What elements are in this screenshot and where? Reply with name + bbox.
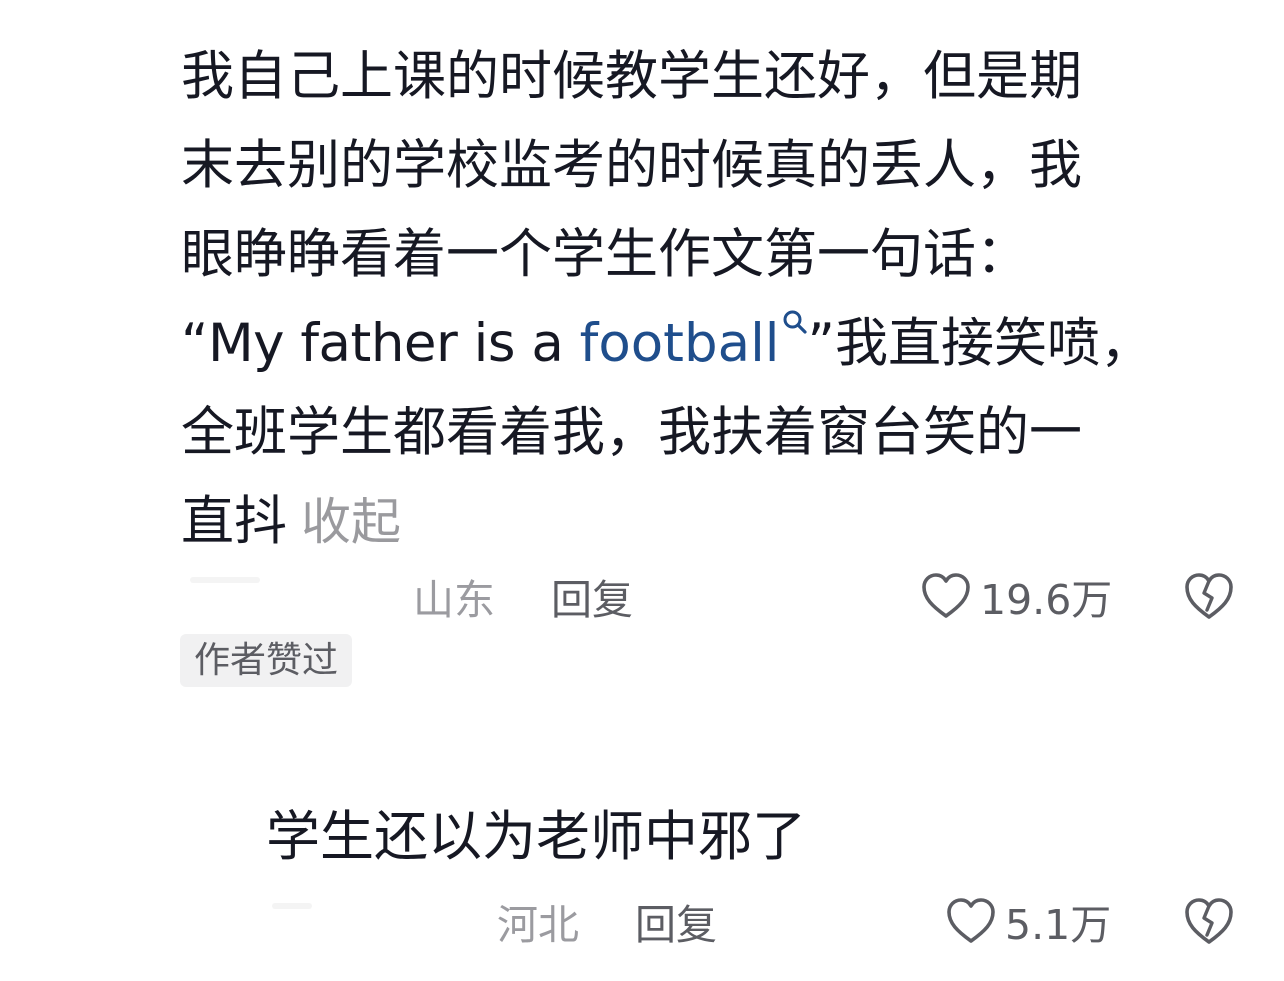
like-count: 5.1万 [1005,901,1112,949]
search-icon[interactable] [782,309,808,335]
like-button[interactable]: 5.1万 [945,891,1111,951]
search-link-football[interactable]: football [580,313,780,374]
reply-button[interactable]: 回复 [635,891,717,951]
comment-body: 我自己上课的时候教学生还好，但是期 末去别的学校监考的时候真的丢人，我 眼睁睁看… [181,32,1221,567]
heart-outline-icon [922,573,970,618]
location-label: 山东 [413,576,495,624]
comment-thread: 我自己上课的时候教学生还好，但是期 末去别的学校监考的时候真的丢人，我 眼睁睁看… [0,0,1284,981]
collapse-button[interactable]: 收起 [301,493,401,551]
comment-line: 眼睁睁看着一个学生作文第一句话： [181,224,1029,285]
broken-heart-icon[interactable] [1182,895,1236,947]
location-label: 河北 [497,901,579,949]
comment-line-with-link: “My father is a football ”我直接笑喷， [181,299,1221,388]
reply-button[interactable]: 回复 [551,566,633,626]
reply-comment-meta: 河北 回复 [497,891,717,951]
comment-quote-text: “My father is a [181,313,580,374]
comment-line: 末去别的学校监考的时候真的丢人，我 [181,135,1082,196]
blurred-username [190,577,260,583]
like-button[interactable]: 19.6万 [920,566,1112,626]
comment-line-text: 直抖 [181,491,287,552]
blurred-username [272,903,312,909]
comment-text-after-link: ”我直接笑喷， [807,313,1154,374]
comment-line-last: 直抖 收起 [181,477,1221,567]
heart-outline-icon [947,898,995,943]
comment-line: 全班学生都看着我，我扶着窗台笑的一 [181,402,1082,463]
author-liked-badge: 作者赞过 [180,634,353,687]
broken-heart-icon[interactable] [1182,570,1236,622]
like-count: 19.6万 [980,576,1113,624]
reply-comment-body: 学生还以为老师中邪了 [266,805,806,868]
comment-line: 我自己上课的时候教学生还好，但是期 [181,46,1082,107]
comment-meta: 山东 回复 [413,566,633,626]
